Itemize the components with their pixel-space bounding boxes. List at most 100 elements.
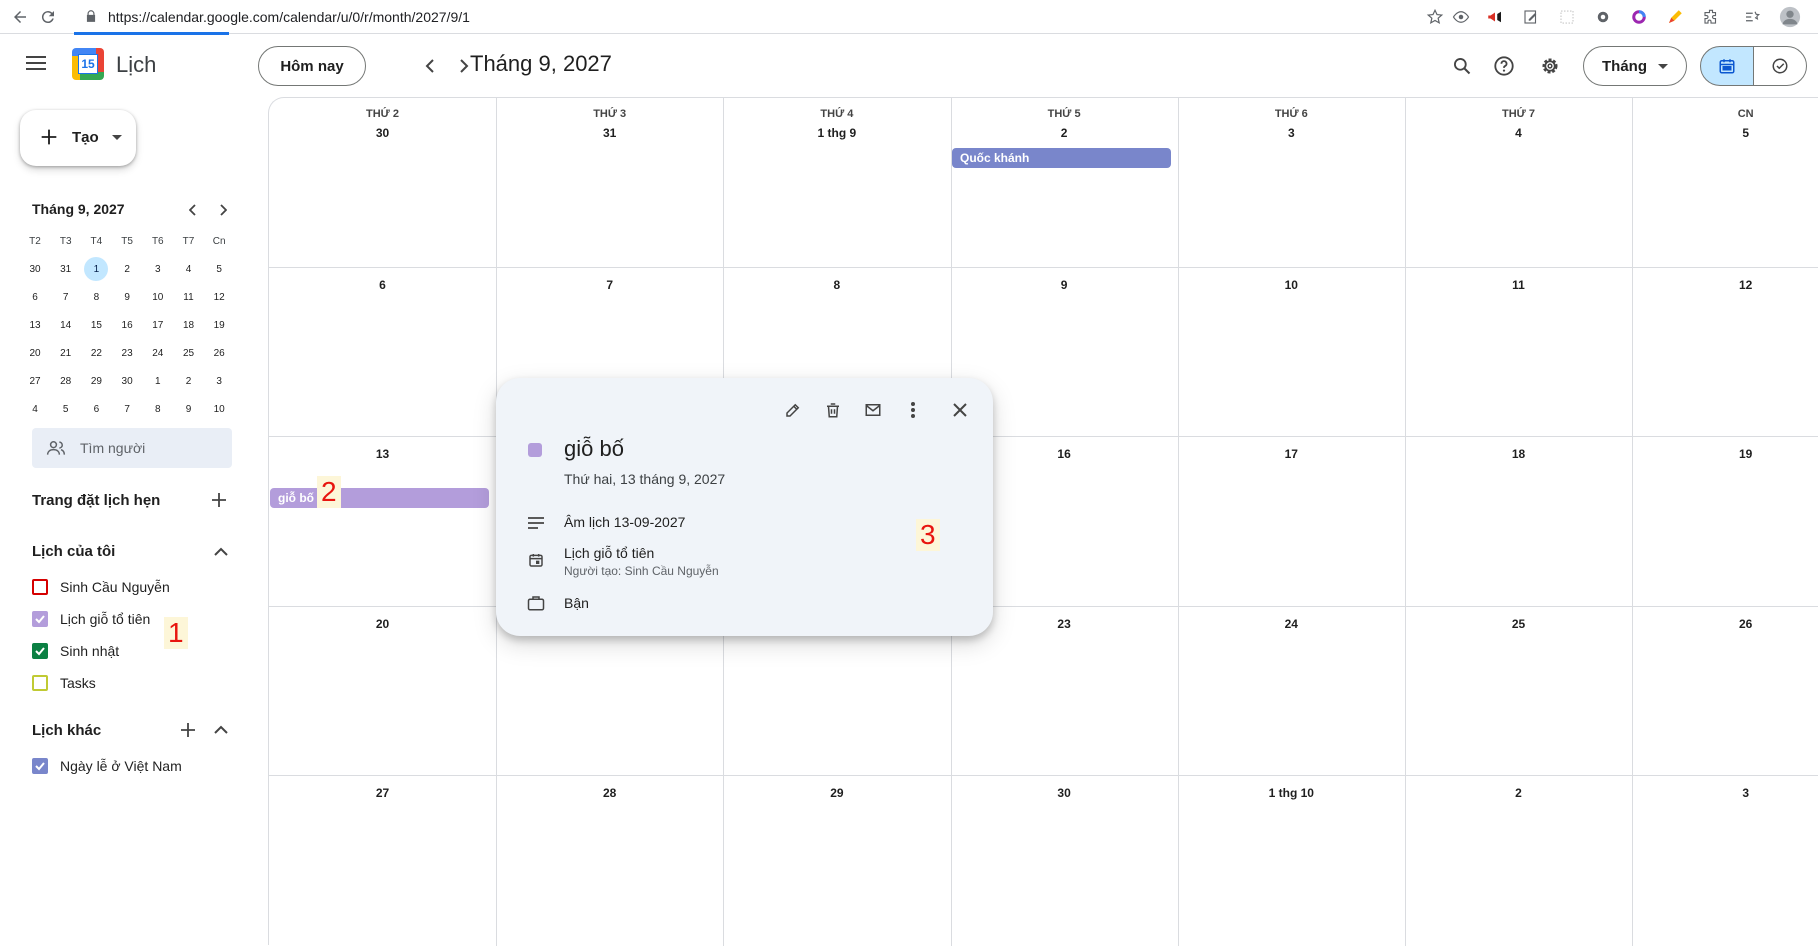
day-number[interactable]: 18 [1405, 447, 1632, 461]
day-number[interactable]: 10 [1178, 278, 1405, 292]
back-icon[interactable] [8, 5, 32, 29]
calendar-checkbox[interactable] [32, 675, 48, 691]
day-number[interactable]: 8 [723, 278, 950, 292]
day-number[interactable]: 2 [951, 126, 1178, 140]
mini-day[interactable]: 15 [84, 313, 108, 337]
search-icon[interactable] [1446, 50, 1478, 82]
day-number[interactable]: 4 [1405, 126, 1632, 140]
my-calendars-title[interactable]: Lịch của tôi [32, 543, 115, 560]
calendar-checkbox[interactable] [32, 643, 48, 659]
mini-day[interactable]: 7 [54, 285, 78, 309]
day-number[interactable]: 25 [1405, 617, 1632, 631]
day-number[interactable]: 24 [1178, 617, 1405, 631]
reading-list-icon[interactable] [1740, 5, 1764, 29]
main-menu-icon[interactable] [26, 55, 46, 71]
mini-day[interactable]: 12 [207, 285, 231, 309]
highlighter-icon[interactable] [1663, 5, 1687, 29]
gear-extension-icon[interactable] [1591, 5, 1615, 29]
day-number[interactable]: 3 [1178, 126, 1405, 140]
mini-day[interactable]: 25 [177, 341, 201, 365]
mini-day[interactable]: 6 [23, 285, 47, 309]
calendar-list-item[interactable]: Ngày lễ ở Việt Nam [32, 754, 242, 778]
mini-day[interactable]: 10 [207, 397, 231, 421]
create-button[interactable]: Tạo [20, 110, 136, 166]
mini-day[interactable]: 4 [23, 397, 47, 421]
mini-day[interactable]: 9 [115, 285, 139, 309]
search-people-input[interactable]: Tìm người [32, 428, 232, 468]
mini-day[interactable]: 31 [54, 257, 78, 281]
day-number[interactable]: 5 [1632, 126, 1818, 140]
add-other-calendar-icon[interactable] [176, 718, 200, 742]
today-button[interactable]: Hôm nay [258, 46, 366, 86]
day-number[interactable]: 1 thg 10 [1178, 786, 1405, 800]
address-bar[interactable]: https://calendar.google.com/calendar/u/0… [74, 3, 1464, 31]
mini-day[interactable]: 7 [115, 397, 139, 421]
calendar-checkbox[interactable] [32, 611, 48, 627]
profile-avatar-icon[interactable] [1778, 5, 1802, 29]
calendar-list-item[interactable]: Sinh nhật [32, 639, 242, 663]
edit-pencil-icon[interactable] [777, 394, 809, 426]
mini-day[interactable]: 29 [84, 369, 108, 393]
day-number[interactable]: 11 [1405, 278, 1632, 292]
day-number[interactable]: 27 [269, 786, 496, 800]
mini-day[interactable]: 30 [115, 369, 139, 393]
day-number[interactable]: 30 [951, 786, 1178, 800]
mini-day[interactable]: 1 [146, 369, 170, 393]
mini-day[interactable]: 4 [177, 257, 201, 281]
calendar-list-item[interactable]: Lịch giỗ tổ tiên [32, 607, 242, 631]
day-number[interactable]: 3 [1632, 786, 1818, 800]
more-options-icon[interactable] [897, 394, 929, 426]
color-picker-icon[interactable] [1627, 5, 1651, 29]
mini-day[interactable]: 20 [23, 341, 47, 365]
day-number[interactable]: 19 [1632, 447, 1818, 461]
mini-day[interactable]: 5 [207, 257, 231, 281]
grid-extension-icon[interactable] [1555, 5, 1579, 29]
delete-trash-icon[interactable] [817, 394, 849, 426]
mini-day[interactable]: 8 [84, 285, 108, 309]
mini-day[interactable]: 2 [115, 257, 139, 281]
help-icon[interactable] [1488, 50, 1520, 82]
day-number[interactable]: 1 thg 9 [723, 126, 950, 140]
reload-icon[interactable] [36, 5, 60, 29]
calendar-logo-icon[interactable]: 15 [72, 48, 104, 80]
mini-day[interactable]: 10 [146, 285, 170, 309]
mini-day[interactable]: 3 [146, 257, 170, 281]
day-number[interactable]: 13 [269, 447, 496, 461]
previous-month-icon[interactable] [417, 53, 443, 79]
mini-day[interactable]: 28 [54, 369, 78, 393]
mini-day[interactable]: 22 [84, 341, 108, 365]
day-number[interactable]: 12 [1632, 278, 1818, 292]
extensions-icon[interactable] [1699, 5, 1723, 29]
edit-extension-icon[interactable] [1519, 5, 1543, 29]
mini-next-icon[interactable] [213, 200, 233, 220]
mini-day[interactable]: 2 [177, 369, 201, 393]
day-number[interactable]: 20 [269, 617, 496, 631]
day-number[interactable]: 17 [1178, 447, 1405, 461]
mini-day[interactable]: 24 [146, 341, 170, 365]
mini-previous-icon[interactable] [183, 200, 203, 220]
mini-day[interactable]: 30 [23, 257, 47, 281]
mini-day[interactable]: 19 [207, 313, 231, 337]
mini-day[interactable]: 18 [177, 313, 201, 337]
visibility-icon[interactable] [1449, 5, 1473, 29]
other-calendars-title[interactable]: Lịch khác [32, 722, 101, 739]
mini-day[interactable]: 13 [23, 313, 47, 337]
day-number[interactable]: 28 [496, 786, 723, 800]
settings-gear-icon[interactable] [1534, 50, 1566, 82]
mini-day[interactable]: 21 [54, 341, 78, 365]
calendar-checkbox[interactable] [32, 579, 48, 595]
day-number[interactable]: 7 [496, 278, 723, 292]
mini-day[interactable]: 23 [115, 341, 139, 365]
day-number[interactable]: 31 [496, 126, 723, 140]
add-booking-page-icon[interactable] [207, 488, 231, 512]
mini-day[interactable]: 16 [115, 313, 139, 337]
mini-day[interactable]: 5 [54, 397, 78, 421]
close-icon[interactable] [944, 394, 976, 426]
day-number[interactable]: 30 [269, 126, 496, 140]
email-icon[interactable] [857, 394, 889, 426]
event-chip-memorial[interactable]: giỗ bố [270, 488, 489, 508]
mini-day[interactable]: 3 [207, 369, 231, 393]
tasks-view-toggle[interactable] [1753, 46, 1807, 86]
chevron-up-icon[interactable] [209, 718, 233, 742]
view-select[interactable]: Tháng [1583, 46, 1687, 86]
